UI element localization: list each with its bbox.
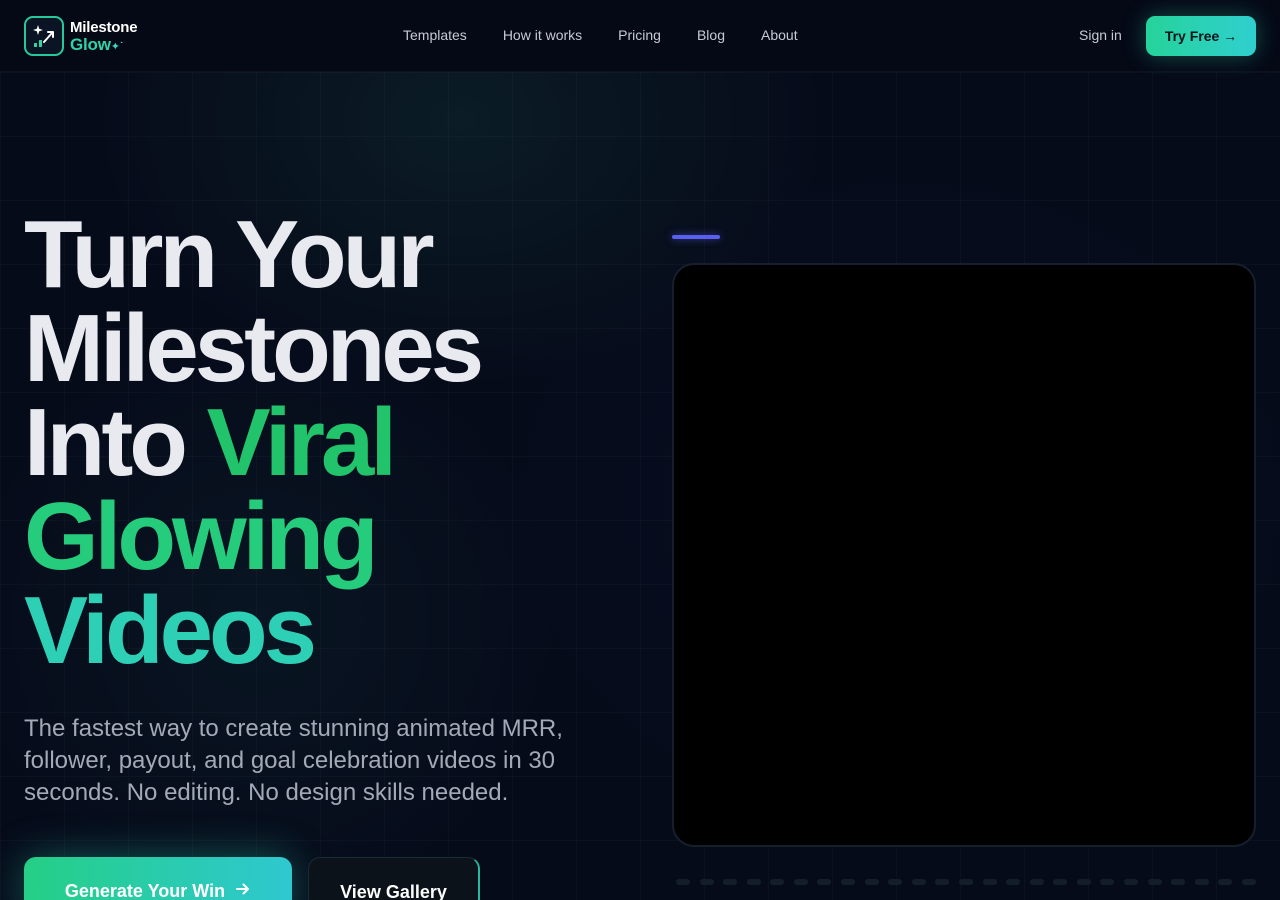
top-nav: Milestone Glow✦˙ Templates How it works …	[0, 0, 1280, 72]
brand-name-line1: Milestone	[70, 18, 138, 36]
headline-line-1: Turn Your	[24, 201, 435, 308]
hero-subtitle: The fastest way to create stunning anima…	[24, 715, 563, 806]
headline-line-5: Videos	[24, 577, 317, 684]
nav-links: Templates How it works Pricing Blog Abou…	[403, 27, 834, 43]
hero-headline: Turn Your Milestones Into Viral Glowing …	[24, 201, 644, 684]
headline-line-3-green: Viral	[206, 389, 397, 496]
logo-mark-icon	[24, 16, 64, 56]
brand-logo[interactable]: Milestone Glow✦˙	[24, 16, 138, 56]
nav-link-about[interactable]: About	[761, 27, 798, 43]
preview-accent-bar	[672, 235, 720, 239]
nav-link-how-it-works[interactable]: How it works	[503, 27, 582, 43]
headline-line-3-white: Into	[24, 389, 207, 496]
view-gallery-button[interactable]: View Gallery	[308, 857, 480, 900]
sparkle-icon: ✦˙	[110, 40, 124, 53]
arrow-right-icon	[235, 881, 251, 900]
sign-in-link[interactable]: Sign in	[1079, 27, 1122, 43]
generate-your-win-button[interactable]: Generate Your Win	[24, 857, 292, 900]
sparkle-chart-icon	[33, 25, 54, 47]
headline-line-4: Glowing	[24, 483, 379, 590]
nav-link-blog[interactable]: Blog	[697, 27, 725, 43]
nav-link-templates[interactable]: Templates	[403, 27, 467, 43]
video-preview-panel[interactable]	[672, 263, 1256, 847]
try-free-button[interactable]: Try Free →	[1146, 16, 1256, 56]
nav-link-pricing[interactable]: Pricing	[618, 27, 661, 43]
brand-name-line2: Glow	[70, 34, 111, 54]
generate-your-win-label: Generate Your Win	[64, 881, 226, 900]
preview-progress-dots	[676, 879, 1256, 885]
headline-line-2: Milestones	[24, 295, 484, 402]
